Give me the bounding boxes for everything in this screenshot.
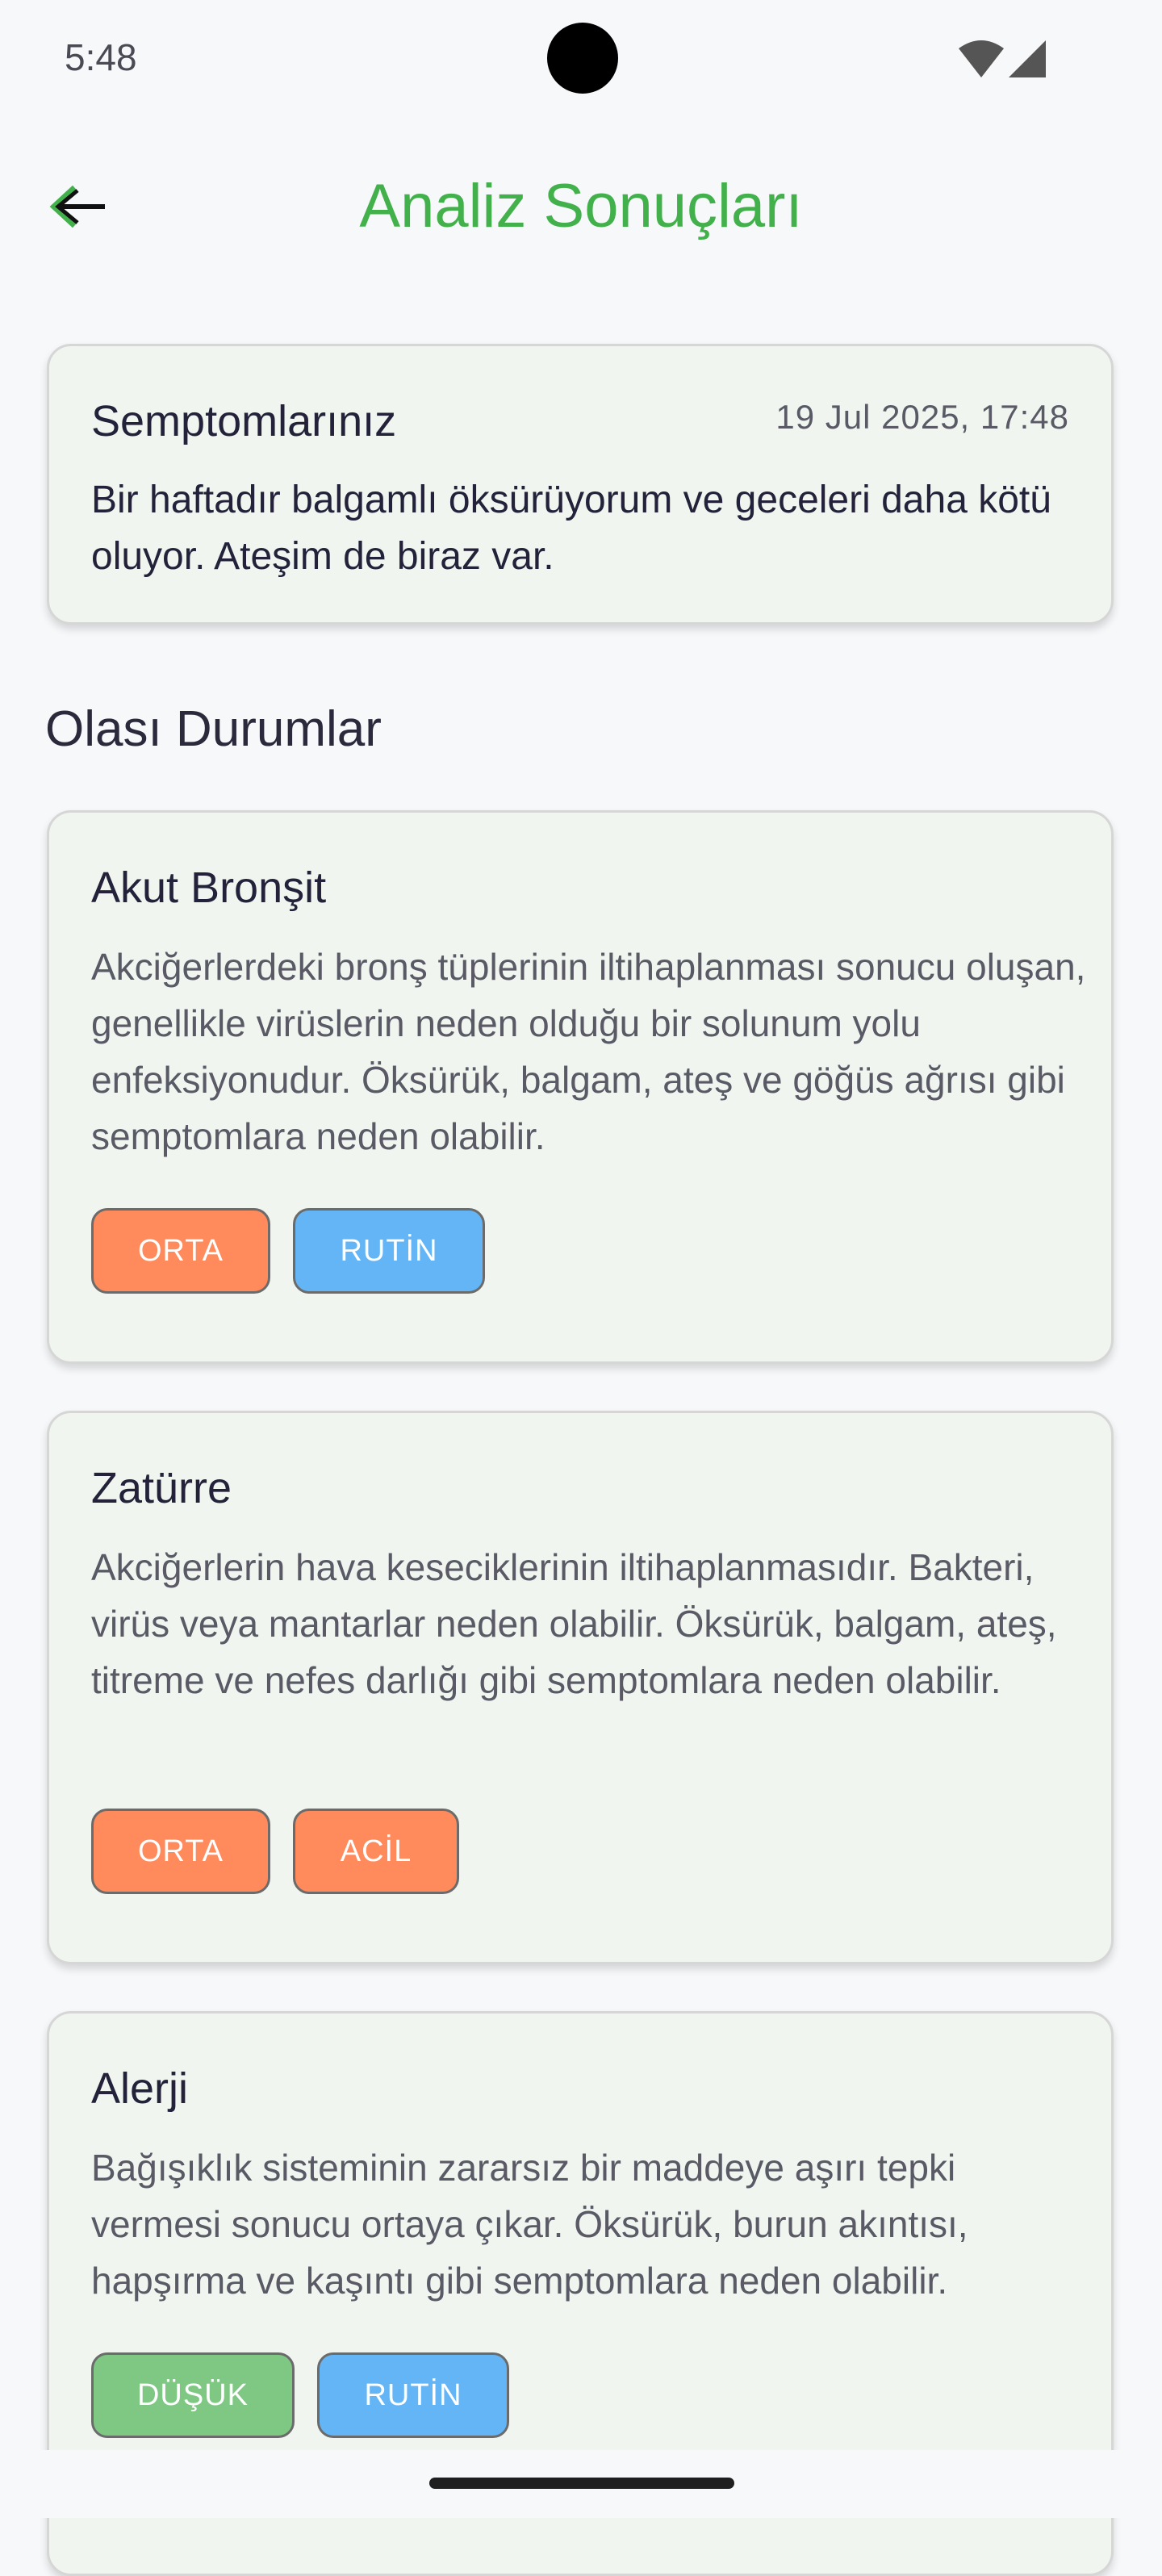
urgency-tag: ACİL <box>293 1809 459 1894</box>
condition-card[interactable]: Akut Bronşit Akciğerlerdeki bronş tüpler… <box>47 810 1114 1364</box>
condition-title: Zatürre <box>91 1464 232 1512</box>
condition-tags: ORTA ACİL <box>91 1809 459 1894</box>
urgency-tag: RUTİN <box>317 2352 509 2438</box>
symptoms-text: Bir haftadır balgamlı öksürüyorum ve gec… <box>91 479 1051 578</box>
section-title: Olası Durumlar <box>45 701 382 757</box>
condition-title: Alerji <box>91 2064 189 2113</box>
status-bar: 5:48 <box>0 0 1162 113</box>
wifi-icon <box>959 40 1004 77</box>
signal-icon <box>1009 40 1046 77</box>
severity-tag: ORTA <box>91 1809 270 1894</box>
condition-tags: DÜŞÜK RUTİN <box>91 2352 509 2438</box>
symptoms-title: Semptomlarınız <box>91 397 397 445</box>
condition-description: Akciğerlerdeki bronş tüplerinin iltihapl… <box>91 946 1086 1157</box>
gesture-handle[interactable] <box>429 2478 734 2489</box>
condition-title: Akut Bronşit <box>91 864 327 912</box>
status-time: 5:48 <box>65 36 137 78</box>
condition-description: Akciğerlerin hava keseciklerinin iltihap… <box>91 1546 1057 1701</box>
urgency-tag: RUTİN <box>293 1208 485 1294</box>
severity-tag: ORTA <box>91 1208 270 1294</box>
camera-cutout <box>547 23 618 94</box>
symptoms-date: 19 Jul 2025, 17:48 <box>775 398 1069 436</box>
condition-card[interactable]: Zatürre Akciğerlerin hava keseciklerinin… <box>47 1411 1114 1964</box>
page-title: Analiz Sonuçları <box>359 172 803 240</box>
condition-tags: ORTA RUTİN <box>91 1208 485 1294</box>
symptoms-card: Semptomlarınız 19 Jul 2025, 17:48 Bir ha… <box>47 344 1114 625</box>
severity-tag: DÜŞÜK <box>91 2352 295 2438</box>
condition-description: Bağışıklık sisteminin zararsız bir madde… <box>91 2147 968 2302</box>
